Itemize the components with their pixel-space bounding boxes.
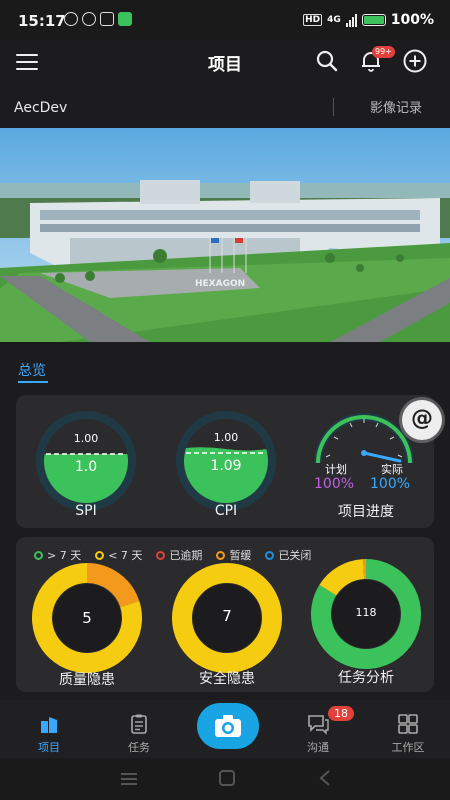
project-banner-image: HEXAGON <box>0 128 450 342</box>
back-icon[interactable] <box>318 769 332 787</box>
battery-icon <box>361 14 386 26</box>
battery-percent: 100% <box>390 12 434 28</box>
legend-item: > 7 天 <box>34 547 81 563</box>
spi-plan-value: 1.00 <box>73 432 99 445</box>
progress-label: 项目进度 <box>338 504 394 520</box>
legend-item: 暂缓 <box>216 547 251 563</box>
building-icon <box>41 717 57 733</box>
search-icon[interactable] <box>314 48 340 74</box>
tab-overview[interactable]: 总览 <box>18 360 46 380</box>
progress-actual-value: 100% <box>370 476 411 492</box>
app-notification-icon <box>118 12 132 26</box>
spi-label: SPI <box>75 503 97 519</box>
notification-button[interactable]: 99+ <box>358 46 395 74</box>
status-bar: 15:17 HD 4G 100% <box>0 0 450 40</box>
grid-icon <box>398 714 418 734</box>
signal-icon <box>345 13 357 27</box>
notification-badge: 99+ <box>372 46 395 58</box>
home-icon[interactable] <box>218 769 236 787</box>
nfc-icon <box>100 12 114 26</box>
recent-apps-icon[interactable] <box>119 771 139 787</box>
status-time: 15:17 <box>18 12 66 30</box>
project-name[interactable]: AecDev <box>14 100 67 116</box>
add-icon[interactable] <box>402 48 428 74</box>
tab-workspace[interactable]: 工作区 <box>373 713 443 755</box>
communication-badge: 18 <box>328 706 354 721</box>
cpi-value: 1.09 <box>210 458 242 474</box>
safety-issues-label: 安全隐患 <box>199 671 255 687</box>
donut-legend: > 7 天 < 7 天 已逾期 暂缓 已关闭 <box>34 547 311 563</box>
tab-tasks[interactable]: 任务 <box>104 713 174 755</box>
network-type: 4G <box>327 15 341 25</box>
quality-issues-count: 5 <box>82 609 92 627</box>
task-analysis-label: 任务分析 <box>338 670 394 686</box>
video-record-link[interactable]: 影像记录 <box>370 97 422 116</box>
progress-plan-label: 计划 <box>325 463 347 476</box>
cpi-plan-value: 1.00 <box>213 431 239 444</box>
cpi-label: CPI <box>214 503 238 519</box>
spi-value: 1.0 <box>74 459 98 475</box>
legend-item: < 7 天 <box>95 547 142 563</box>
tab-active-indicator <box>18 381 48 383</box>
status-right: HD 4G 100% <box>303 12 434 28</box>
project-bar: AecDev 影像记录 <box>0 92 450 126</box>
camera-icon <box>215 715 241 737</box>
progress-plan-value: 100% <box>314 476 355 492</box>
clipboard-icon <box>131 714 147 734</box>
progress-actual-label: 实际 <box>381 463 403 476</box>
chat-icon <box>308 715 329 735</box>
tab-project[interactable]: 项目 <box>14 713 84 755</box>
notification-icons <box>64 12 132 26</box>
alarm-icon <box>82 12 96 26</box>
app-header: 项目 99+ <box>0 40 450 84</box>
legend-item: 已逾期 <box>156 547 202 563</box>
quality-issues-label: 质量隐患 <box>59 672 115 688</box>
camera-button[interactable] <box>197 703 259 749</box>
divider <box>333 98 334 116</box>
hexagon-sign: HEXAGON <box>195 279 245 289</box>
hd-icon: HD <box>303 14 323 26</box>
overview-tabs: 总览 <box>0 358 450 388</box>
legend-item: 已关闭 <box>265 547 311 563</box>
mute-icon <box>64 12 78 26</box>
task-count: 118 <box>355 606 377 619</box>
safety-issues-count: 7 <box>222 607 232 625</box>
system-nav-bar <box>0 758 450 800</box>
mention-button[interactable]: @ <box>402 400 442 440</box>
